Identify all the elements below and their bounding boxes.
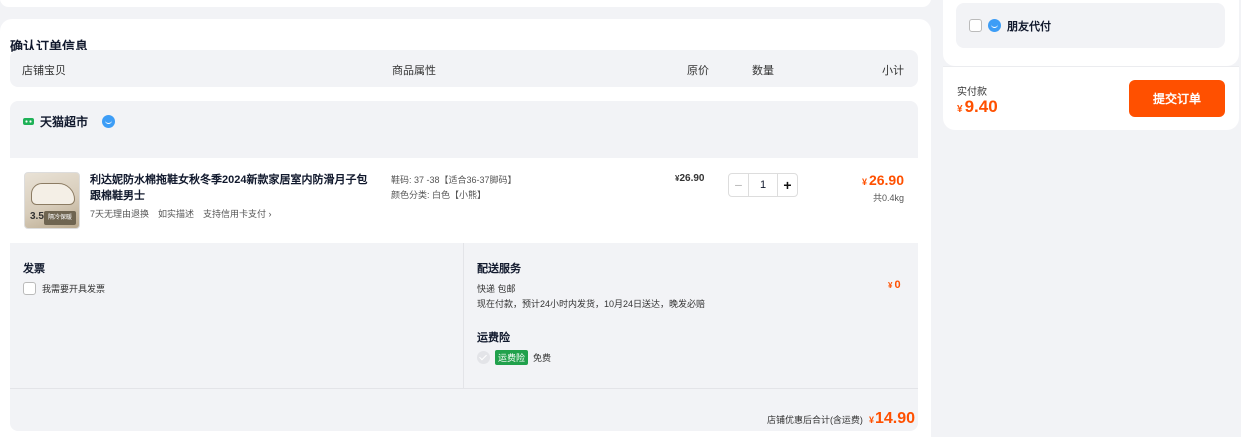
subtotal-value: 26.90 xyxy=(868,172,904,188)
order-item-row: 3.5 隔冷保暖 利达妮防水棉拖鞋女秋冬季2024新款家居室内防滑月子包跟棉鞋男… xyxy=(10,158,918,243)
invoice-option[interactable]: 我需要开具发票 xyxy=(23,282,105,295)
col-attributes: 商品属性 xyxy=(392,65,436,77)
insurance-note: 免费 xyxy=(533,353,552,363)
insurance-title: 运费险 xyxy=(477,332,510,344)
currency-symbol: ¥ xyxy=(861,177,867,187)
col-quantity: 数量 xyxy=(752,65,774,77)
product-attributes: 鞋码: 37 -38【适合36-37脚码】 颜色分类: 白色【小熊】 xyxy=(391,173,517,203)
shop-name[interactable]: 天猫超市 xyxy=(40,113,88,130)
delivery-method: 快递 包邮 xyxy=(477,284,516,294)
invoice-option-label[interactable]: 我需要开具发票 xyxy=(42,282,105,295)
currency-symbol: ¥ xyxy=(888,281,893,290)
quantity-input[interactable]: 1 xyxy=(749,179,777,191)
tmall-supermarket-icon xyxy=(23,118,34,125)
currency-symbol: ¥ xyxy=(868,415,874,425)
shop-header: 天猫超市 xyxy=(23,113,116,130)
previous-card xyxy=(0,0,931,7)
pay-amount-value: 9.40 xyxy=(964,97,998,116)
submit-order-button[interactable]: 提交订单 xyxy=(1129,80,1225,117)
delivery-price: ¥0 xyxy=(888,279,901,291)
thumb-tag: 隔冷保暖 xyxy=(44,211,76,225)
insurance-badge: 运费险 xyxy=(495,350,529,365)
pay-amount: ¥9.40 xyxy=(957,97,998,117)
item-subtotal: ¥26.90 共0.4kg xyxy=(862,172,904,204)
service-tag: 如实描述 xyxy=(158,209,195,219)
friend-pay-checkbox[interactable] xyxy=(969,19,982,32)
friend-pay-option[interactable]: 朋友代付 xyxy=(956,3,1225,48)
item-weight: 共0.4kg xyxy=(872,193,904,203)
decrease-button[interactable]: − xyxy=(729,174,749,196)
col-original-price: 原价 xyxy=(687,65,709,77)
delivery-title: 配送服务 xyxy=(477,263,521,275)
divider xyxy=(10,388,918,389)
table-header: 店铺宝贝 商品属性 原价 数量 小计 xyxy=(10,50,918,87)
friend-pay-label[interactable]: 朋友代付 xyxy=(1007,18,1051,34)
currency-symbol: ¥ xyxy=(957,104,963,115)
shop-total-value: 14.90 xyxy=(874,410,915,427)
col-store-item: 店铺宝贝 xyxy=(22,65,66,77)
invoice-checkbox[interactable] xyxy=(23,282,36,295)
product-thumbnail[interactable]: 3.5 隔冷保暖 xyxy=(24,172,80,229)
unit-price-value: 26.90 xyxy=(679,173,705,184)
shop-total: 店铺优惠后合计(含运费) ¥14.90 xyxy=(767,410,915,428)
unit-price: ¥26.90 xyxy=(675,173,704,184)
slipper-image xyxy=(31,183,75,205)
credit-card-link[interactable]: 支持信用卡支付 › xyxy=(203,207,272,220)
attr-color: 颜色分类: 白色【小熊】 xyxy=(391,190,487,200)
divider xyxy=(463,243,464,388)
delivery-eta: 现在付款，预计24小时内发货，10月24日送达，晚发必赔 xyxy=(477,299,706,309)
product-title[interactable]: 利达妮防水棉拖鞋女秋冬季2024新款家居室内防滑月子包跟棉鞋男士 xyxy=(90,172,375,204)
insurance-checkbox xyxy=(477,351,490,364)
col-subtotal: 小计 xyxy=(882,65,904,77)
delivery-price-value: 0 xyxy=(894,279,901,291)
shop-order-block: 天猫超市 xyxy=(10,101,918,431)
service-tags: 7天无理由退换 如实描述 支持信用卡支付 › xyxy=(90,207,272,220)
insurance-option: 运费险 免费 xyxy=(477,350,551,365)
service-tag: 7天无理由退换 xyxy=(90,209,150,219)
attr-size: 鞋码: 37 -38【适合36-37脚码】 xyxy=(391,175,517,185)
thumb-number: 3.5 xyxy=(30,211,44,222)
shop-total-amount: ¥14.90 xyxy=(869,410,915,428)
quantity-stepper: − 1 + xyxy=(728,173,798,197)
increase-button[interactable]: + xyxy=(777,174,797,196)
wangwang-icon[interactable] xyxy=(102,115,116,128)
shop-total-label: 店铺优惠后合计(含运费) xyxy=(766,415,863,425)
pay-label: 实付款 xyxy=(957,87,987,98)
invoice-title: 发票 xyxy=(23,263,45,275)
friend-pay-icon xyxy=(988,19,1001,32)
